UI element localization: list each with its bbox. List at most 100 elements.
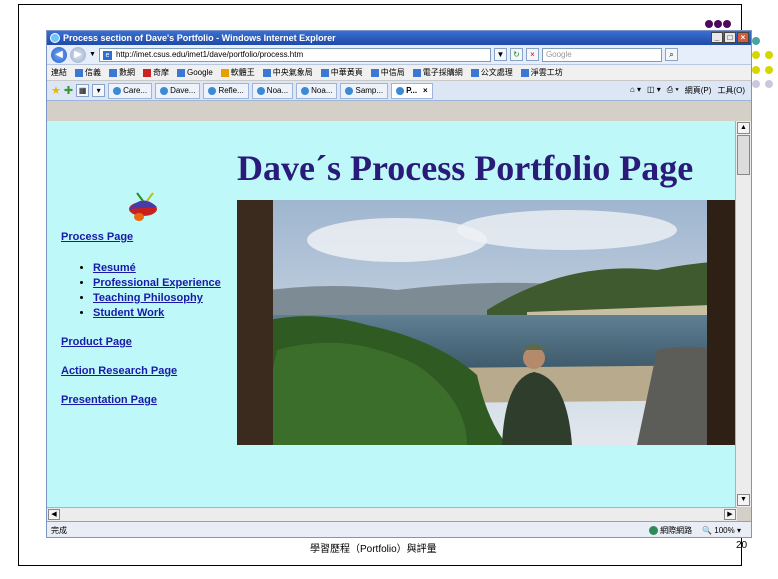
refresh-button[interactable]: ↻ xyxy=(509,48,523,61)
nav-process-page[interactable]: Process Page xyxy=(61,231,133,243)
dot-icon xyxy=(752,37,760,45)
vertical-scrollbar[interactable]: ▲ ▼ xyxy=(735,121,751,507)
nav-product-page[interactable]: Product Page xyxy=(61,336,132,348)
link-icon xyxy=(109,68,117,77)
search-placeholder: Google xyxy=(545,49,572,59)
status-bar: 完成 網際網路 🔍 100% ▾ xyxy=(47,521,751,537)
browser-tab[interactable]: Dave... xyxy=(155,82,201,99)
link-item[interactable]: 中央氣象局 xyxy=(262,67,313,78)
list-item: Professional Experience xyxy=(93,276,221,291)
close-button[interactable]: × xyxy=(737,32,749,43)
tools-menu[interactable]: 工具(O) xyxy=(717,85,745,96)
list-item: Resumé xyxy=(93,261,221,276)
link-item[interactable]: 中華黃頁 xyxy=(320,67,363,78)
lake-photo xyxy=(237,200,737,445)
page-menu[interactable]: 網頁(P) xyxy=(685,85,712,96)
print-icon[interactable]: ⎙ ▾ xyxy=(667,85,679,96)
link-item[interactable]: 淨雲工坊 xyxy=(520,67,563,78)
tab-page-icon xyxy=(301,86,310,95)
search-icon[interactable]: ⌕ xyxy=(664,48,678,61)
quick-tabs-button[interactable]: ▦ xyxy=(76,84,90,97)
links-label: 連結 xyxy=(51,68,67,77)
browser-tab-active[interactable]: P... × xyxy=(391,82,433,99)
link-item[interactable]: Google xyxy=(177,68,213,77)
link-icon xyxy=(220,68,229,77)
scroll-right-icon[interactable]: ▶ xyxy=(724,509,736,520)
links-bar: 連結 信義 數網 奇摩 Google 軟體王 中央氣象局 中華黃頁 中信局 電子… xyxy=(47,65,751,81)
horizontal-scrollbar[interactable]: ◀ ▶ xyxy=(47,507,737,521)
link-item[interactable]: 奇摩 xyxy=(143,67,169,78)
dot-icon xyxy=(765,51,773,59)
tab-page-icon xyxy=(113,86,122,95)
nav-presentation-page[interactable]: Presentation Page xyxy=(61,394,157,406)
slide-page-number: 20 xyxy=(736,540,748,551)
dot-icon xyxy=(752,80,760,88)
tabs-bar: ★ ✚ ▦ ▾ Care... Dave... Refle... Noa... … xyxy=(47,81,751,101)
favorites-star-icon[interactable]: ★ xyxy=(51,84,61,97)
dot-icon xyxy=(705,20,713,28)
link-icon xyxy=(412,68,421,77)
link-item[interactable]: 中信局 xyxy=(370,67,405,78)
home-icon[interactable]: ⌂ ▾ xyxy=(630,85,641,96)
history-dropdown-icon[interactable]: ▼ xyxy=(89,51,96,58)
nav-resume[interactable]: Resumé xyxy=(93,262,136,274)
dot-icon xyxy=(765,66,773,74)
link-icon xyxy=(520,68,529,77)
link-icon xyxy=(470,68,479,77)
browser-tab[interactable]: Samp... xyxy=(340,82,389,99)
link-item[interactable]: 數網 xyxy=(109,67,135,78)
add-favorites-icon[interactable]: ✚ xyxy=(64,84,73,97)
close-tab-icon[interactable]: × xyxy=(423,86,428,95)
browser-tab[interactable]: Care... xyxy=(108,82,153,99)
search-input[interactable]: Google xyxy=(541,47,662,62)
forward-button[interactable]: ▶ xyxy=(70,46,86,63)
browser-tab[interactable]: Noa... xyxy=(296,82,338,99)
dot-icon xyxy=(714,20,722,28)
status-text: 完成 xyxy=(51,526,67,535)
link-item[interactable]: 公文處理 xyxy=(470,67,513,78)
address-input[interactable]: e http://imet.csus.edu/imet1/dave/portfo… xyxy=(98,47,491,62)
browser-tab[interactable]: Refle... xyxy=(203,82,249,99)
security-zone[interactable]: 網際網路 xyxy=(649,525,692,536)
ie-logo-icon xyxy=(50,33,60,43)
feeds-icon[interactable]: ◫ ▾ xyxy=(647,85,661,96)
dot-icon xyxy=(752,51,760,59)
nav-student-work[interactable]: Student Work xyxy=(93,307,164,319)
zoom-level[interactable]: 🔍 100% ▾ xyxy=(702,526,741,535)
address-dropdown-button[interactable]: ▼ xyxy=(493,48,507,61)
scroll-thumb[interactable] xyxy=(737,135,750,175)
list-item: Teaching Philosophy xyxy=(93,291,221,306)
stop-button[interactable]: × xyxy=(525,48,539,61)
maximize-button[interactable]: □ xyxy=(724,32,736,43)
nav-professional-experience[interactable]: Professional Experience xyxy=(93,277,221,289)
side-navigation: Process Page Resumé Professional Experie… xyxy=(61,231,221,408)
link-item[interactable]: 信義 xyxy=(75,67,101,78)
tab-page-icon xyxy=(160,86,169,95)
page-title: Dave´s Process Portfolio Page xyxy=(237,148,694,188)
link-icon xyxy=(320,68,329,77)
link-icon xyxy=(177,68,185,77)
address-bar: ◀ ▶ ▼ e http://imet.csus.edu/imet1/dave/… xyxy=(47,45,751,65)
page-content: Dave´s Process Portfolio Page Process Pa… xyxy=(47,121,737,507)
window-title: Process section of Dave's Portfolio - Wi… xyxy=(63,33,336,43)
minimize-button[interactable]: _ xyxy=(711,32,723,43)
scroll-down-icon[interactable]: ▼ xyxy=(737,494,750,506)
tab-list-button[interactable]: ▾ xyxy=(92,84,106,97)
slide-footer: 學習歷程（Portfolio）與評量 xyxy=(310,544,437,555)
link-item[interactable]: 軟體王 xyxy=(220,67,255,78)
link-icon xyxy=(143,68,151,77)
nav-teaching-philosophy[interactable]: Teaching Philosophy xyxy=(93,292,203,304)
scroll-left-icon[interactable]: ◀ xyxy=(48,509,60,520)
dot-icon xyxy=(723,20,731,28)
back-button[interactable]: ◀ xyxy=(51,46,67,63)
browser-tab[interactable]: Noa... xyxy=(251,82,294,99)
address-text: http://imet.csus.edu/imet1/dave/portfoli… xyxy=(115,49,304,59)
nav-action-research-page[interactable]: Action Research Page xyxy=(61,365,177,377)
link-item[interactable]: 電子採購網 xyxy=(412,67,463,78)
list-item: Student Work xyxy=(93,306,221,321)
scroll-up-icon[interactable]: ▲ xyxy=(737,122,750,134)
dot-icon xyxy=(752,66,760,74)
presentation-slide: Process section of Dave's Portfolio - Wi… xyxy=(0,0,778,579)
command-bar: ⌂ ▾ ◫ ▾ ⎙ ▾ 網頁(P) 工具(O) xyxy=(630,85,751,96)
window-titlebar: Process section of Dave's Portfolio - Wi… xyxy=(47,31,751,45)
